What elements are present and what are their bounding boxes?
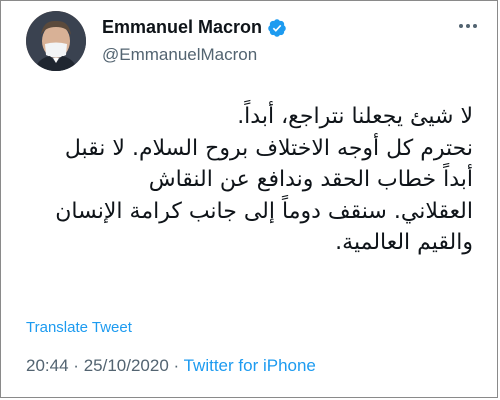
avatar-photo-icon: [26, 11, 86, 71]
tweet-source-link[interactable]: Twitter for iPhone: [184, 356, 316, 375]
author-name-row[interactable]: Emmanuel Macron: [102, 17, 287, 38]
more-options-icon[interactable]: [459, 16, 477, 36]
tweet-line: والقيم العالمية.: [335, 230, 473, 255]
avatar[interactable]: [26, 11, 86, 71]
tweet-meta: 20:44 · 25/10/2020 · Twitter for iPhone: [26, 356, 316, 376]
tweet-time[interactable]: 20:44: [26, 356, 69, 375]
author-handle[interactable]: @EmmanuelMacron: [102, 45, 257, 65]
meta-separator: ·: [73, 356, 79, 375]
tweet-card: Emmanuel Macron @EmmanuelMacron لا شيئ ي…: [0, 0, 498, 398]
tweet-line: نحترم كل أوجه الاختلاف بروح السلام. لا ن…: [64, 135, 473, 161]
tweet-line: العقلاني. سنقف دوماً إلى جانب كرامة الإن…: [55, 198, 473, 224]
tweet-date[interactable]: 25/10/2020: [84, 356, 169, 375]
author-name[interactable]: Emmanuel Macron: [102, 17, 262, 38]
tweet-text: لا شيئ يجعلنا نتراجع، أبداً. نحترم كل أو…: [21, 101, 473, 259]
meta-separator: ·: [173, 356, 180, 375]
verified-badge-icon: [268, 18, 286, 37]
translate-tweet-link[interactable]: Translate Tweet: [26, 319, 132, 336]
tweet-line: لا شيئ يجعلنا نتراجع، أبداً.: [237, 104, 473, 129]
tweet-line: أبداً خطاب الحقد وندافع عن النقاش: [148, 167, 473, 192]
